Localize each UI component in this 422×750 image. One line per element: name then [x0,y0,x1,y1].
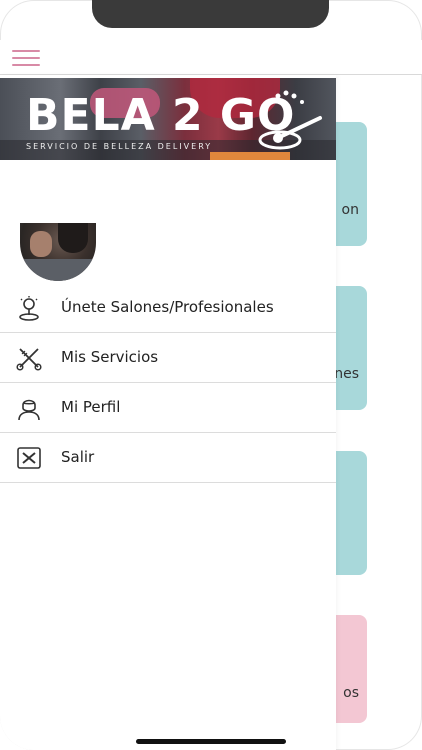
card-label: nes [334,366,359,382]
menu-item-label: Únete Salones/Profesionales [61,298,274,316]
salon-lamp-icon [19,296,39,321]
scissors-comb-icon [16,348,42,371]
menu-item-label: Mis Servicios [61,348,159,366]
home-indicator[interactable] [136,739,286,744]
menu-item-my-profile[interactable]: Mi Perfil [0,383,336,433]
card-label: on [341,202,359,218]
menu-item-label: Mi Perfil [61,398,121,416]
brand-tagline: SERVICIO DE BELLEZA DELIVERY [26,142,213,151]
hamburger-menu-icon[interactable] [12,50,40,68]
side-drawer: BELA 2 GO SERVICIO DE BELLEZA DELIVERY Ú… [0,75,336,750]
brand-banner: BELA 2 GO SERVICIO DE BELLEZA DELIVERY [0,78,336,160]
top-bar [0,40,422,75]
menu-item-logout[interactable]: Salir [0,433,336,483]
menu-item-my-services[interactable]: Mis Servicios [0,333,336,383]
drawer-menu: Únete Salones/Profesionales Mis Servicio… [0,283,336,483]
menu-item-label: Salir [61,448,95,466]
makeup-brush-icon [258,90,322,150]
user-profile-icon [18,399,40,421]
phone-screen: on nes os BELA 2 GO SERVICIO DE BELLEZA … [0,0,422,750]
menu-item-join-salons[interactable]: Únete Salones/Profesionales [0,283,336,333]
avatar[interactable] [20,223,96,281]
card-label: os [343,685,359,701]
exit-x-icon [17,447,41,469]
device-notch [92,0,329,28]
